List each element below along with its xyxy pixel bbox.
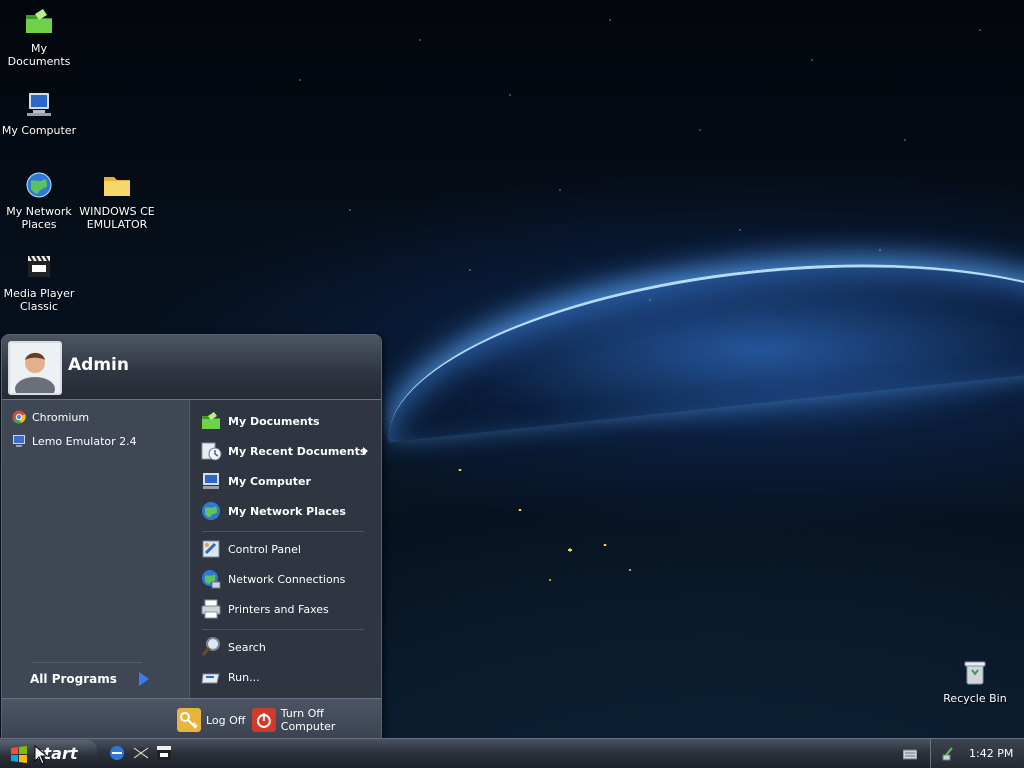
turn-off-computer-label: Turn Off Computer [280,707,336,733]
desktop-icon-label-line1: Media Player [3,287,75,300]
quicklaunch-media-icon[interactable] [132,744,150,762]
folder-green-icon [202,412,220,429]
start-menu-places-panel: My Documents My Recent Documents My Comp… [189,400,381,698]
user-avatar-icon [10,343,60,393]
network-connections-icon [202,570,221,589]
desktop-icon-my-documents[interactable]: My Documents [0,6,78,68]
network-globe-icon [202,502,220,520]
arrow-right-icon [138,672,149,686]
computer-icon [27,93,51,116]
menu-item-label: My Documents [228,414,320,428]
pinned-item-label: Lemo Emulator 2.4 [32,434,137,448]
menu-item-label: Search [228,640,266,654]
desktop-icon-label-line2: Classic [19,300,59,313]
mouse-cursor-icon [34,745,48,765]
desktop-icon-recycle-bin[interactable]: Recycle Bin [936,656,1014,705]
menu-item-printers-and-faxes[interactable]: Printers and Faxes [200,596,376,622]
desktop-icon-media-player-classic[interactable]: Media Player Classic [0,251,78,313]
menu-item-label: Network Connections [228,572,346,586]
menu-item-control-panel[interactable]: Control Panel [200,536,376,562]
menu-item-run[interactable]: Run... [200,664,376,690]
desktop-icon-my-computer[interactable]: My Computer [0,88,78,137]
submenu-arrow-icon [363,447,368,455]
menu-item-label: Run... [228,670,260,684]
desktop-icon-label-line1: WINDOWS CE [79,205,155,218]
media-player-icon [28,255,50,277]
user-avatar[interactable] [8,341,62,395]
start-menu-header: Admin [2,335,381,400]
pinned-item-lemo-emulator[interactable]: Lemo Emulator 2.4 [12,431,137,451]
menu-item-my-documents[interactable]: My Documents [200,408,376,434]
menu-item-network-connections[interactable]: Network Connections [200,566,376,592]
separator [32,662,142,663]
menu-item-search[interactable]: Search [200,634,376,660]
taskbar: start 1:42 PM [0,738,1024,768]
monitor-icon [13,435,25,447]
recent-documents-icon [201,442,222,461]
separator [202,629,364,630]
folder-yellow-icon [104,177,130,196]
wallpaper-city-lights [440,440,660,640]
menu-item-label: My Network Places [228,504,346,518]
keyboard-icon[interactable] [903,748,917,760]
start-menu-footer: Log Off Turn Off Computer [2,698,381,740]
recycle-bin-icon [964,661,986,685]
user-name: Admin [68,355,129,375]
desktop-icon-label: My Documents [7,42,71,68]
run-icon [201,673,220,684]
start-menu-pinned-panel: Chromium Lemo Emulator 2.4 All Programs [2,400,188,698]
menu-item-my-recent-documents[interactable]: My Recent Documents [200,438,376,464]
pinned-item-chromium[interactable]: Chromium [12,407,89,427]
menu-item-label: Printers and Faxes [228,602,329,616]
log-off-label: Log Off [206,713,246,727]
separator [202,531,364,532]
turn-off-computer-button[interactable]: Turn Off Computer [252,707,381,733]
folder-green-icon [26,9,52,33]
quicklaunch-media-player-icon[interactable] [155,744,173,762]
all-programs-button[interactable]: All Programs [30,672,149,686]
key-icon [177,708,201,732]
desktop-icon-label-line2: Places [21,218,57,231]
menu-item-my-computer[interactable]: My Computer [200,468,376,494]
chromium-icon [12,410,26,424]
quicklaunch-browser-icon[interactable] [108,744,126,762]
desktop-icon-windows-ce-emulator[interactable]: WINDOWS CE EMULATOR [78,169,156,231]
all-programs-label: All Programs [30,672,117,686]
search-icon [201,637,220,656]
network-globe-icon [26,172,52,198]
menu-item-label: Control Panel [228,542,301,556]
menu-item-label: My Computer [228,474,311,488]
desktop-icon-label-line2: EMULATOR [86,218,148,231]
desktop-icon-label: Recycle Bin [943,692,1007,705]
windows-logo-icon [11,745,27,763]
desktop-icon-my-network-places[interactable]: My Network Places [0,169,78,231]
control-panel-icon [202,540,220,558]
clock[interactable]: 1:42 PM [969,747,1013,760]
pinned-item-label: Chromium [32,410,90,424]
start-menu[interactable]: Admin Chromium Lemo Emulator 2.4 All Pro… [1,334,382,741]
network-status-icon[interactable] [941,746,957,762]
menu-item-my-network-places[interactable]: My Network Places [200,498,376,524]
desktop-icon-label: My Computer [1,124,77,137]
computer-icon [203,473,219,489]
log-off-button[interactable]: Log Off [177,707,245,733]
start-button[interactable]: start [0,740,97,767]
printer-icon [201,599,221,619]
desktop-icon-label-line1: My Network [6,205,72,218]
power-icon [252,708,276,732]
menu-item-label: My Recent Documents [228,444,367,458]
